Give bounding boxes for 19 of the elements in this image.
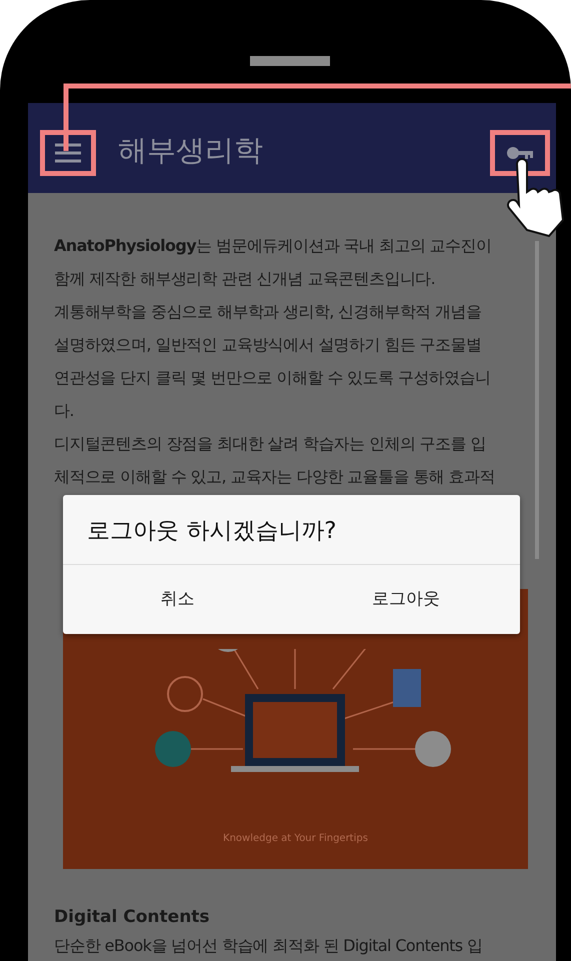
body-text: 체적으로 이해할 수 있고, 교육자는 다양한 교율툴을 통해 효과적 [54,466,496,488]
body-text: 디지털콘텐츠의 장점을 최대한 살려 학습자는 인체의 구조를 입 [54,433,487,455]
menu-button[interactable] [40,130,96,176]
app-title: 해부생리학 [118,132,263,169]
body-text: 다. [54,400,75,422]
body-text: 연관성을 단지 클릭 몇 번만으로 이해할 수 있도록 구성하였습니 [54,367,492,389]
illustration-caption: Knowledge at Your Fingertips [223,833,368,844]
dialog-message: 로그아웃 하시겠습니까? [63,495,520,565]
body-text: 계통해부학을 중심으로 해부학과 생리학, 신경해부학적 개념을 [54,301,482,323]
body-text: 설명하였으며, 일반적인 교육방식에서 설명하기 힘든 구조물별 [54,334,482,356]
body-text: AnatoPhysiology는 범문에듀케이션과 국내 최고의 교수진이 [54,235,492,257]
dialog-button[interactable]: 취소 [63,565,292,634]
key-icon [507,147,533,159]
body-text: 함께 제작한 해부생리학 관련 신개념 교육콘텐츠입니다. [54,268,436,290]
section-heading: Digital Contents [54,907,211,927]
hand-pointer-icon [507,158,564,237]
menu-icon [55,144,81,162]
section-text: 단순한 eBook을 넘어선 학습에 최적화 된 Digital Contents 입 [54,935,484,957]
dialog-button[interactable]: 로그아웃 [292,565,520,634]
